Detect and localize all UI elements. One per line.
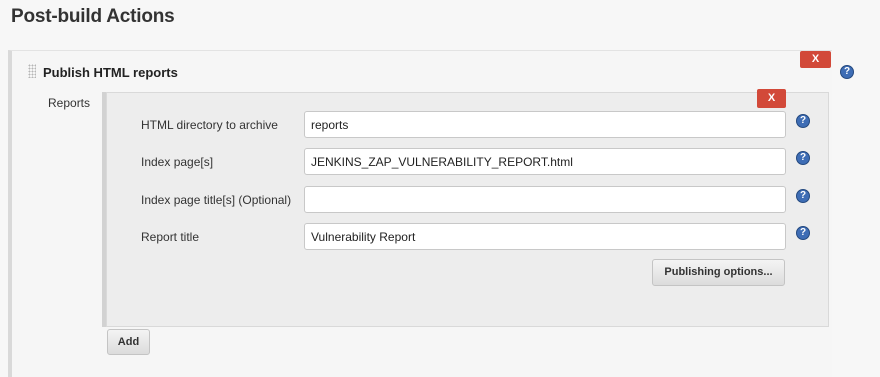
step-help-icon[interactable]: ?	[840, 65, 854, 79]
html-directory-input[interactable]	[304, 111, 786, 138]
index-pages-help-icon[interactable]: ?	[796, 151, 810, 165]
index-page-titles-help-icon[interactable]: ?	[796, 189, 810, 203]
delete-step-button[interactable]: X	[800, 51, 831, 68]
drag-handle-icon[interactable]	[28, 64, 36, 78]
post-build-actions-title: Post-build Actions	[11, 6, 175, 27]
publishing-options-button[interactable]: Publishing options...	[652, 259, 785, 286]
index-pages-label: Index page[s]	[141, 155, 214, 169]
index-page-titles-input[interactable]	[304, 186, 786, 213]
report-title-help-icon[interactable]: ?	[796, 226, 810, 240]
step-title: Publish HTML reports	[43, 65, 178, 80]
html-directory-help-icon[interactable]: ?	[796, 114, 810, 128]
index-pages-input[interactable]	[304, 148, 786, 175]
report-title-label: Report title	[141, 230, 200, 244]
reports-label: Reports	[48, 96, 91, 110]
index-page-titles-label: Index page title[s] (Optional)	[141, 193, 292, 207]
report-title-input[interactable]	[304, 223, 786, 250]
html-directory-label: HTML directory to archive	[141, 118, 278, 132]
add-report-button[interactable]: Add	[107, 329, 150, 355]
delete-report-button[interactable]: X	[757, 89, 786, 108]
